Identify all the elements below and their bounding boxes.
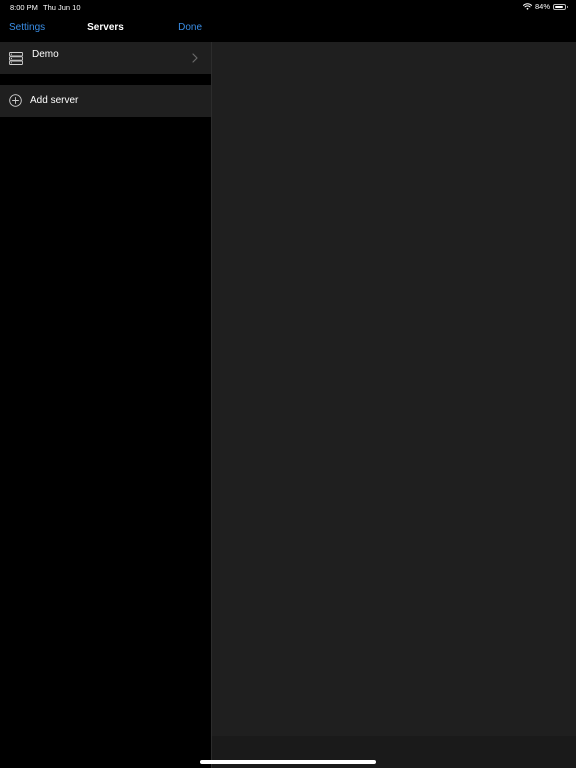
battery-percent: 84% bbox=[534, 2, 550, 11]
add-server-button[interactable]: Add server bbox=[0, 85, 211, 117]
screen: Settings Servers Done Demo Add server 8:… bbox=[0, 0, 576, 768]
battery-icon bbox=[553, 3, 568, 10]
chevron-right-icon bbox=[192, 53, 198, 63]
status-time: 8:00 PM bbox=[10, 3, 38, 12]
wifi-icon bbox=[522, 3, 532, 10]
add-server-label: Add server bbox=[30, 95, 79, 106]
navigation-bar: Settings Servers Done bbox=[0, 14, 211, 42]
plus-circle-icon bbox=[9, 94, 22, 107]
status-bar: 8:00 PM Thu Jun 10 84% bbox=[0, 0, 576, 14]
detail-pane bbox=[212, 42, 576, 736]
done-button[interactable]: Done bbox=[178, 22, 202, 33]
sidebar: Settings Servers Done Demo Add server bbox=[0, 0, 211, 768]
home-indicator[interactable] bbox=[200, 760, 376, 764]
status-date: Thu Jun 10 bbox=[43, 3, 81, 12]
status-indicators: 84% bbox=[522, 2, 568, 11]
server-row-demo[interactable]: Demo bbox=[0, 42, 211, 74]
server-icon bbox=[9, 52, 23, 65]
server-name: Demo bbox=[32, 49, 59, 60]
battery-tip bbox=[566, 5, 568, 8]
battery-level bbox=[555, 5, 563, 8]
